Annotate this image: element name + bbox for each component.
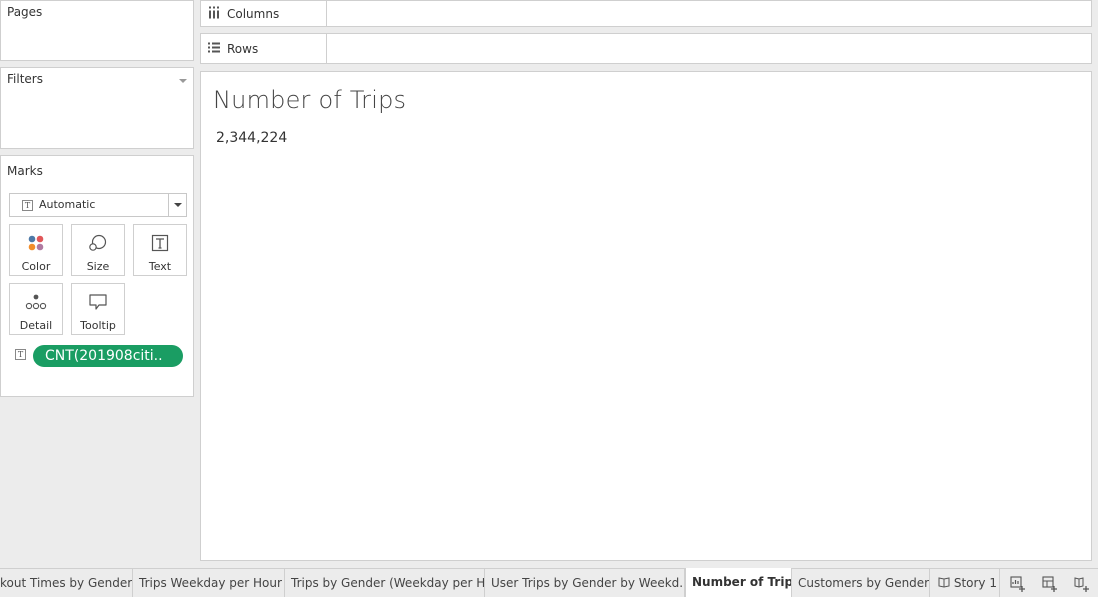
- tab-label: User Trips by Gender by Weekd...: [491, 576, 685, 590]
- rows-shelf-label: Rows: [201, 34, 327, 63]
- new-dashboard-icon[interactable]: [1039, 574, 1061, 594]
- rows-label: Rows: [227, 41, 259, 56]
- text-encoding-icon[interactable]: T: [15, 349, 26, 360]
- tab-label: kout Times by Gender: [0, 576, 133, 590]
- columns-label: Columns: [227, 6, 280, 21]
- columns-shelf[interactable]: Columns: [200, 0, 1092, 27]
- tooltip-icon: [72, 292, 124, 312]
- count-field-pill[interactable]: CNT(201908citi..: [33, 345, 183, 367]
- color-label: Color: [21, 260, 51, 273]
- detail-icon: [10, 292, 62, 312]
- worksheet-view[interactable]: Number of Trips 2,344,224: [200, 71, 1092, 561]
- tab-label: Number of Trips: [692, 575, 792, 589]
- tab-label: Customers by Gender: [798, 576, 930, 590]
- text-label: Text: [148, 260, 172, 273]
- filters-menu-caret-icon[interactable]: [179, 79, 187, 83]
- chevron-down-icon[interactable]: [168, 194, 186, 216]
- mark-type-label: Automatic: [39, 198, 96, 211]
- size-label: Size: [86, 260, 110, 273]
- text-button[interactable]: Text: [133, 224, 187, 276]
- filters-title: Filters: [7, 72, 43, 86]
- story-icon: [938, 577, 950, 588]
- new-story-icon[interactable]: [1071, 574, 1093, 594]
- trip-count-value[interactable]: 2,344,224: [216, 130, 287, 146]
- color-button[interactable]: Color: [9, 224, 63, 276]
- color-icon: [10, 233, 62, 253]
- marks-title: Marks: [7, 164, 43, 178]
- size-button[interactable]: Size: [71, 224, 125, 276]
- tab-trips-weekday-per-hour[interactable]: Trips Weekday per Hour: [133, 569, 285, 597]
- columns-icon: [208, 6, 220, 21]
- marks-field-row: T CNT(201908citi..: [15, 345, 185, 367]
- rows-icon: [208, 41, 220, 56]
- pages-card[interactable]: Pages: [0, 0, 194, 61]
- pages-title: Pages: [7, 5, 43, 19]
- rows-shelf[interactable]: Rows: [200, 33, 1092, 64]
- detail-button[interactable]: Detail: [9, 283, 63, 335]
- tab-story-1[interactable]: Story 1: [930, 569, 1000, 597]
- detail-label: Detail: [19, 319, 53, 332]
- new-worksheet-icon[interactable]: [1007, 574, 1029, 594]
- tab-checkout-times-by-gender[interactable]: kout Times by Gender: [0, 569, 133, 597]
- mark-type-dropdown[interactable]: T Automatic: [9, 193, 187, 217]
- tab-customers-by-gender[interactable]: Customers by Gender: [792, 569, 930, 597]
- tab-label: Trips by Gender (Weekday per H...: [291, 576, 485, 590]
- tab-label: Trips Weekday per Hour: [139, 576, 282, 590]
- tooltip-label: Tooltip: [80, 319, 116, 332]
- text-mark-icon: T: [22, 200, 33, 211]
- filters-card[interactable]: Filters: [0, 67, 194, 149]
- worksheet-title[interactable]: Number of Trips: [213, 86, 406, 114]
- sheet-tab-bar: kout Times by Gender Trips Weekday per H…: [0, 568, 1098, 597]
- tab-number-of-trips[interactable]: Number of Trips: [685, 568, 792, 597]
- text-icon: [134, 233, 186, 253]
- size-icon: [72, 233, 124, 253]
- tab-label: Story 1: [953, 576, 997, 590]
- columns-shelf-label: Columns: [201, 1, 327, 26]
- tab-trips-by-gender-weekday[interactable]: Trips by Gender (Weekday per H...: [285, 569, 485, 597]
- tooltip-button[interactable]: Tooltip: [71, 283, 125, 335]
- marks-card: Marks T Automatic Color Size Text Detail…: [0, 155, 194, 397]
- tab-user-trips-by-gender[interactable]: User Trips by Gender by Weekd...: [485, 569, 685, 597]
